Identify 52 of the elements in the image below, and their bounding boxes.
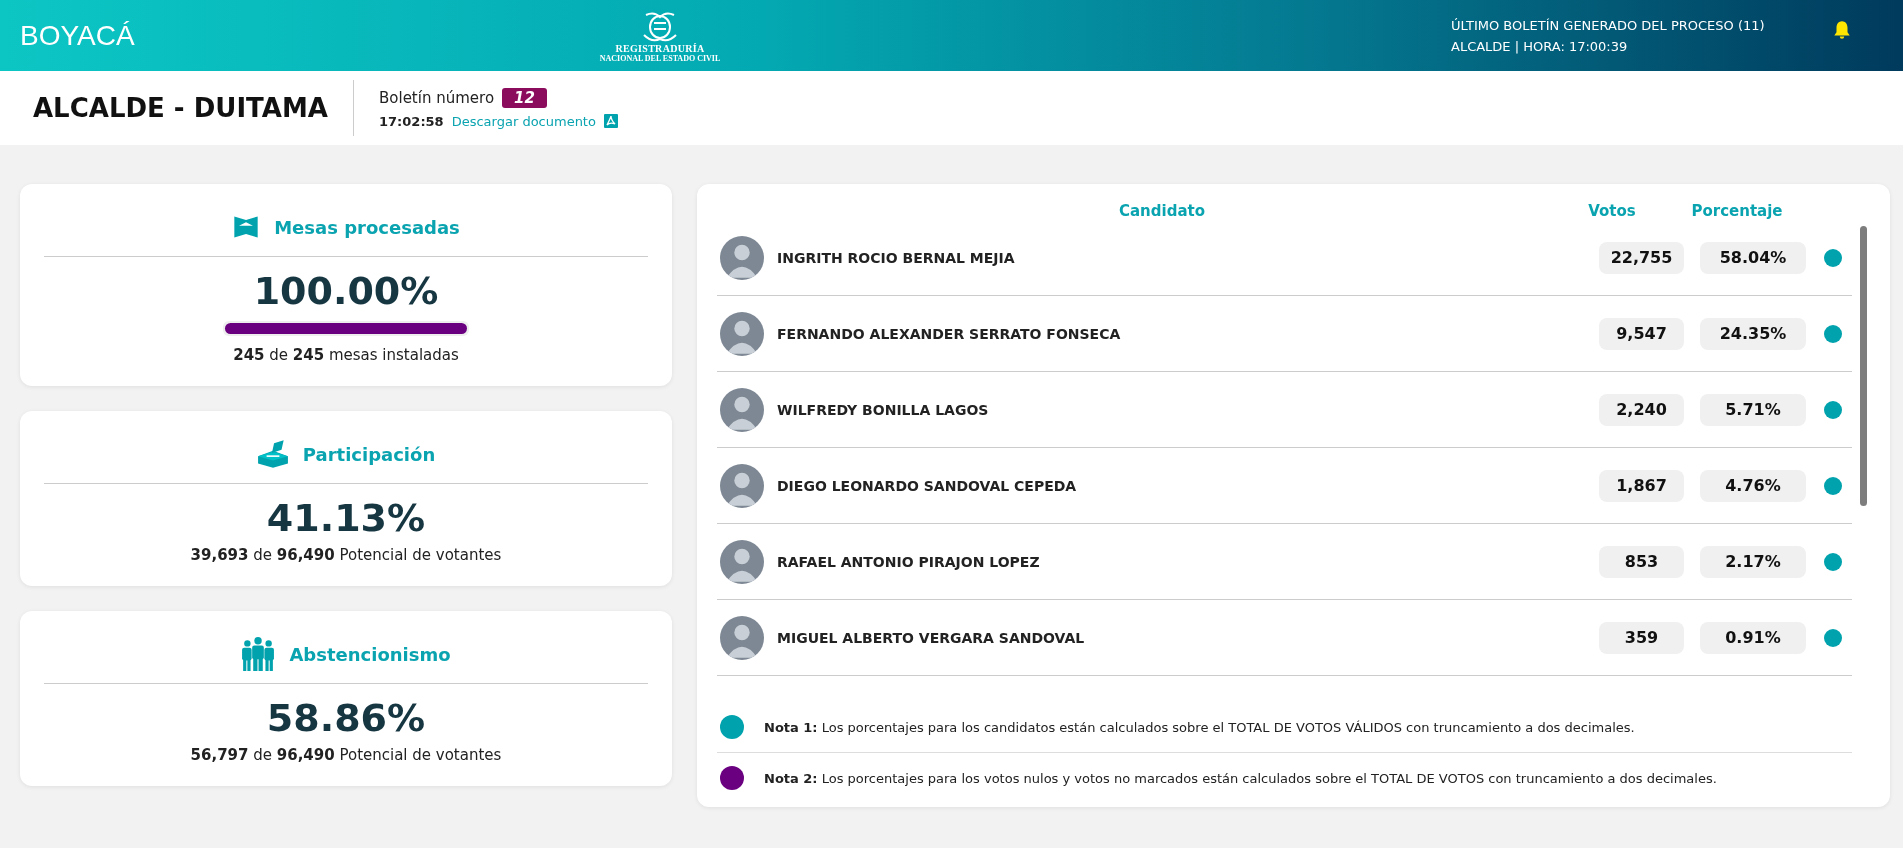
vote-count: 853 xyxy=(1599,545,1684,578)
vote-count: 2,240 xyxy=(1599,393,1684,426)
vote-count: 1,867 xyxy=(1599,469,1684,502)
card-title: Participación xyxy=(302,443,436,465)
bell-icon[interactable] xyxy=(1831,18,1853,41)
card-detail: 39,693 de 96,490 Potencial de votantes xyxy=(190,546,502,564)
bulletin-label: Boletín número xyxy=(379,88,495,107)
vote-percentage: 5.71% xyxy=(1700,393,1806,426)
last-bulletin-detail: ALCALDE | HORA: 17:00:39 xyxy=(1451,37,1629,56)
column-header: Votos xyxy=(1587,202,1637,220)
avatar-placeholder xyxy=(720,311,764,356)
download-link[interactable]: Descargar documento xyxy=(451,113,596,129)
candidate-name: DIEGO LEONARDO SANDOVAL CEPEDA xyxy=(777,477,1078,494)
vote-count: 359 xyxy=(1599,621,1684,654)
ballot-box-icon xyxy=(256,440,289,468)
election-title: ALCALDE - DUITAMA xyxy=(33,93,329,123)
logo-subtext: NACIONAL DEL ESTADO CIVIL xyxy=(599,53,721,63)
avatar-placeholder xyxy=(720,615,764,660)
vote-percentage: 58.04% xyxy=(1700,241,1806,274)
percentage-value: 100.00% xyxy=(253,268,439,315)
vote-percentage: 4.76% xyxy=(1700,469,1806,502)
percentage-value: 41.13% xyxy=(266,495,426,542)
logo-text: REGISTRADURÍA xyxy=(615,42,705,54)
card-title: Abstencionismo xyxy=(289,643,451,665)
vote-percentage: 2.17% xyxy=(1700,545,1806,578)
avatar-placeholder xyxy=(720,235,764,280)
column-header: Porcentaje xyxy=(1690,202,1784,220)
candidate-name: INGRITH ROCIO BERNAL MEJIA xyxy=(777,249,1016,266)
region-title: BOYACÁ xyxy=(20,19,136,52)
avatar-placeholder xyxy=(720,463,764,508)
people-icon xyxy=(241,637,276,671)
card-detail: 56,797 de 96,490 Potencial de votantes xyxy=(190,746,502,764)
vote-count: 22,755 xyxy=(1599,241,1684,274)
vote-percentage: 0.91% xyxy=(1700,621,1806,654)
candidate-name: RAFAEL ANTONIO PIRAJON LOPEZ xyxy=(777,553,1041,570)
note-text: Nota 2: Los porcentajes para los votos nulos y votos no marcados están calculados sobre el TOTAL DE VOTOS con truncamiento a dos decimales. xyxy=(764,770,1717,786)
candidate-name: FERNANDO ALEXANDER SERRATO FONSECA xyxy=(777,325,1122,342)
pdf-icon[interactable] xyxy=(603,114,618,128)
bulletin-number: 12 xyxy=(502,87,547,108)
percentage-value: 58.86% xyxy=(266,695,426,742)
candidate-name: MIGUEL ALBERTO VERGARA SANDOVAL xyxy=(777,629,1086,646)
vote-percentage: 24.35% xyxy=(1700,317,1806,350)
avatar-placeholder xyxy=(720,539,764,584)
vote-count: 9,547 xyxy=(1599,317,1684,350)
candidate-name: WILFREDY BONILLA LAGOS xyxy=(777,401,990,418)
bulletin-time: 17:02:58 xyxy=(379,113,444,129)
note-text: Nota 1: Los porcentajes para los candidatos están calculados sobre el TOTAL DE VOTOS VÁLIDOS con truncamiento a dos decimales. xyxy=(764,719,1635,735)
card-detail: 245 de 245 mesas instaladas xyxy=(233,346,459,364)
avatar-placeholder xyxy=(720,387,764,432)
card-title: Mesas procesadas xyxy=(274,216,460,238)
last-bulletin-text: ÚLTIMO BOLETÍN GENERADO DEL PROCESO (11) xyxy=(1451,16,1766,35)
column-header: Candidato xyxy=(1118,202,1206,220)
